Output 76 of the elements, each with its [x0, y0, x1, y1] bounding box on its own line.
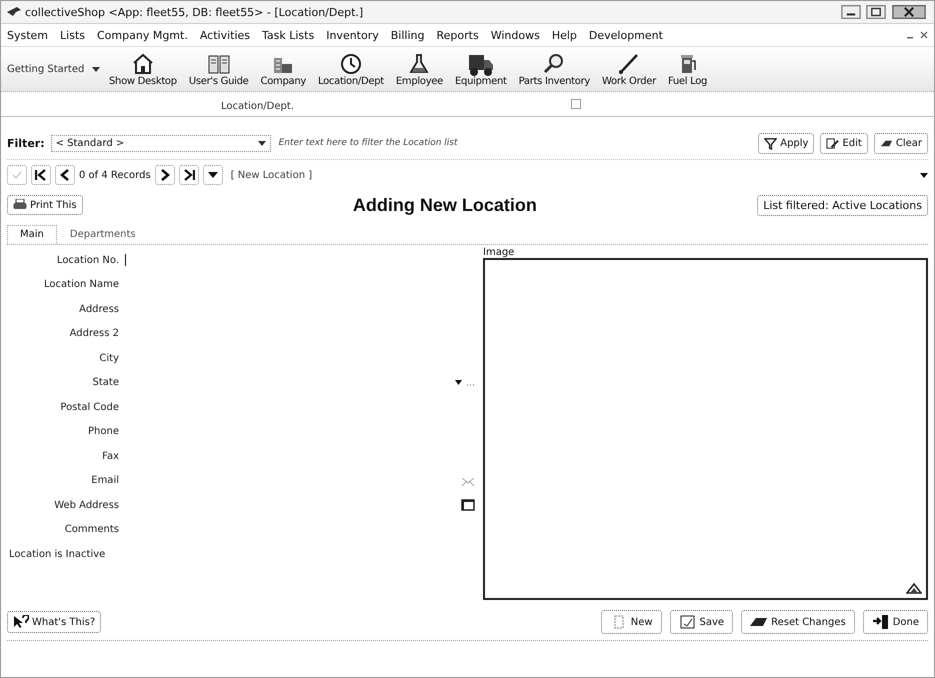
last-record-icon[interactable]	[178, 165, 199, 185]
filter-label: Filter:	[7, 136, 45, 150]
caret-icon[interactable]	[258, 140, 266, 146]
field-label: Comments	[64, 524, 119, 536]
toolbar-button[interactable]: Company	[258, 52, 308, 86]
filter-button[interactable]: Clear	[874, 132, 928, 154]
field-label: Address	[78, 304, 119, 315]
filter-button[interactable]: Apply	[758, 132, 814, 154]
help-cursor-icon	[13, 615, 29, 629]
action-button[interactable]: Done	[862, 610, 928, 634]
field-label: Location No.	[56, 254, 119, 266]
house-icon	[130, 52, 155, 76]
current-record: [ New Location ]	[230, 170, 312, 180]
window-title: collectiveShop <App: fleet55, DB: fleet55> - [Location/Dept.]	[25, 6, 364, 18]
menu-item[interactable]: Activities	[200, 28, 250, 42]
action-button[interactable]: New	[600, 610, 662, 634]
field-label: Phone	[87, 426, 119, 438]
menu-item[interactable]: Inventory	[326, 28, 379, 42]
check-icon[interactable]	[7, 165, 27, 185]
caret-icon[interactable]	[92, 66, 100, 72]
dropdown-icon[interactable]	[920, 172, 928, 178]
filter-button[interactable]: Edit	[820, 132, 868, 154]
toolbar-button[interactable]: Show Desktop	[107, 52, 179, 86]
field-label: Web Address	[53, 500, 119, 511]
tab[interactable]: Main	[7, 225, 57, 244]
page-heading: Adding New Location	[352, 194, 538, 216]
list-filter-button[interactable]: List filtered: Active Locations	[757, 194, 928, 216]
field-label: Postal Code	[59, 402, 119, 413]
previous-record-icon[interactable]	[55, 165, 75, 185]
exit-icon	[872, 615, 890, 629]
action-button[interactable]: Save	[670, 610, 734, 634]
field-label: Location is Inactive	[8, 548, 106, 560]
action-button[interactable]: Reset Changes	[741, 610, 855, 634]
field-label: Address 2	[68, 328, 119, 340]
toolbar-button[interactable]: Work Order	[600, 52, 658, 86]
getting-started-label[interactable]: Getting Started	[7, 64, 84, 74]
print-button[interactable]: Print This	[7, 195, 83, 215]
mountain-icon[interactable]	[906, 582, 922, 594]
menu-item[interactable]: Billing	[390, 28, 424, 42]
field-label: Fax	[101, 450, 119, 462]
menu-item[interactable]: Windows	[490, 28, 540, 42]
menu-item[interactable]: System	[7, 28, 48, 42]
menu-item[interactable]: Reports	[436, 28, 479, 42]
flask-icon	[407, 52, 432, 76]
toolbar-button[interactable]: Location/Dept	[316, 52, 386, 86]
dropdown-icon[interactable]	[202, 165, 223, 185]
first-record-icon[interactable]	[31, 165, 51, 185]
tab[interactable]: Departments	[56, 225, 149, 244]
record-count: 0 of 4 Records	[79, 170, 151, 180]
menu-item[interactable]: Help	[552, 28, 577, 42]
filter-dropdown[interactable]: < Standard >	[50, 134, 271, 152]
save-icon	[678, 615, 697, 629]
menu-item[interactable]: Task Lists	[262, 28, 314, 42]
minimize-icon[interactable]	[840, 5, 862, 19]
image-label: Image	[483, 247, 516, 258]
edit-icon	[826, 136, 840, 150]
field-label: Location Name	[43, 279, 119, 290]
toolbar-button[interactable]: Equipment	[453, 52, 509, 86]
next-record-icon[interactable]	[154, 165, 175, 185]
whats-this-button[interactable]: What's This?	[7, 611, 102, 633]
document-tab[interactable]: Location/Dept.	[151, 96, 451, 112]
menu-item[interactable]: Development	[588, 28, 663, 42]
menu-item[interactable]: Company Mgmt.	[97, 28, 188, 42]
toolbar-button[interactable]: User's Guide	[186, 52, 251, 86]
field-label: State	[92, 377, 119, 388]
image-area[interactable]	[483, 258, 928, 600]
toolbar-button[interactable]: Parts Inventory	[516, 52, 592, 86]
menu-item[interactable]: Lists	[60, 28, 85, 42]
field-label: City	[98, 352, 119, 364]
maximize-icon[interactable]	[865, 5, 887, 19]
field-label: Email	[90, 475, 119, 486]
funnel-icon	[764, 136, 778, 150]
clock-icon	[338, 52, 363, 76]
toolbar-button[interactable]: Fuel Log	[666, 52, 710, 86]
printer-icon	[13, 199, 27, 211]
toolbar-button[interactable]: Employee	[394, 52, 446, 86]
